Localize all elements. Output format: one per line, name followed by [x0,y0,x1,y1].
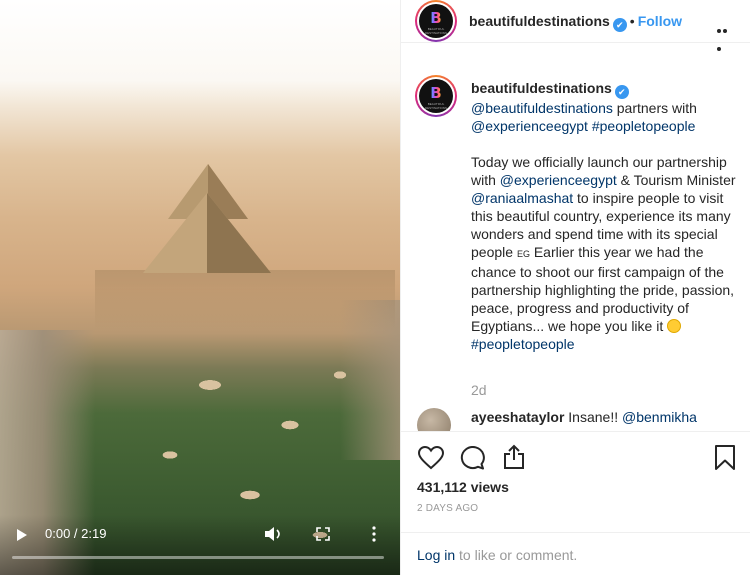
caption-time-ago[interactable]: 2d [471,382,487,398]
caption-text-part: partners with [612,100,697,116]
brand-logo: B BEAUTIFUL DESTINATIONS [419,4,453,38]
video-more-icon[interactable] [372,526,376,542]
header-username[interactable]: beautifuldestinations [469,13,610,29]
mention-link[interactable]: @beautifuldestinations [471,100,613,116]
comment-avatar[interactable] [417,408,451,431]
mention-link[interactable]: @benmikha [622,409,697,425]
play-icon[interactable] [17,529,27,541]
follow-button[interactable]: Follow [638,13,682,29]
brand-logo-small: B BEAUTIFUL DESTINATIONS [419,79,453,113]
caption-avatar[interactable]: B BEAUTIFUL DESTINATIONS [415,75,457,117]
video-progress-bar[interactable] [12,556,384,559]
video-controls [0,515,400,575]
fullscreen-icon[interactable] [316,527,330,541]
smiley-emoji-icon [667,319,682,333]
caption-text: beautifuldestinations ✔ @beautifuldestina… [471,79,741,353]
comment: ayeeshataylor Insane!! @benmikha [471,409,697,425]
post-video[interactable]: 0:00 / 2:19 [0,0,400,575]
more-options-icon[interactable] [717,20,733,51]
avatar[interactable]: B BEAUTIFUL DESTINATIONS [415,0,457,42]
video-time: 0:00 / 2:19 [45,526,107,541]
comment-icon[interactable] [459,446,485,470]
comment-text: Insane!! [564,409,622,425]
mention-link[interactable]: @raniaalmashat [471,190,573,206]
caption-text-part: & Tourism Minister [616,172,736,188]
heart-icon[interactable] [418,446,444,470]
caption-username[interactable]: beautifuldestinations [471,80,612,96]
hashtag-link[interactable]: #peopletopeople [471,336,575,352]
view-count[interactable]: 431,112 views [417,479,509,495]
separator-dot: • [629,13,635,29]
mention-link[interactable]: @experienceegypt [471,118,588,134]
post-date[interactable]: 2 DAYS AGO [417,503,478,514]
caption-area: B BEAUTIFUL DESTINATIONS beautifuldestin… [401,44,750,431]
post-header: B BEAUTIFUL DESTINATIONS beautifuldestin… [401,0,750,51]
post-side-panel: B BEAUTIFUL DESTINATIONS beautifuldestin… [400,0,750,575]
flag-egypt-icon: EG [516,249,530,259]
hashtag-link[interactable]: #peopletopeople [592,118,696,134]
comment-username[interactable]: ayeeshataylor [471,409,564,425]
video-frame-shadow [95,270,395,330]
login-prompt-text: to like or comment. [455,547,578,563]
verified-icon: ✔ [612,18,627,32]
bookmark-icon[interactable] [714,445,736,471]
volume-icon[interactable] [264,526,284,542]
login-link[interactable]: Log in [417,547,455,563]
mention-link[interactable]: @experienceegypt [500,172,617,188]
login-prompt: Log in to like or comment. [401,532,750,575]
verified-icon: ✔ [614,85,629,99]
post-actions: 431,112 views 2 DAYS AGO Log in to like … [401,431,750,575]
pyramid-front-shade [207,193,271,273]
share-icon[interactable] [502,444,526,470]
